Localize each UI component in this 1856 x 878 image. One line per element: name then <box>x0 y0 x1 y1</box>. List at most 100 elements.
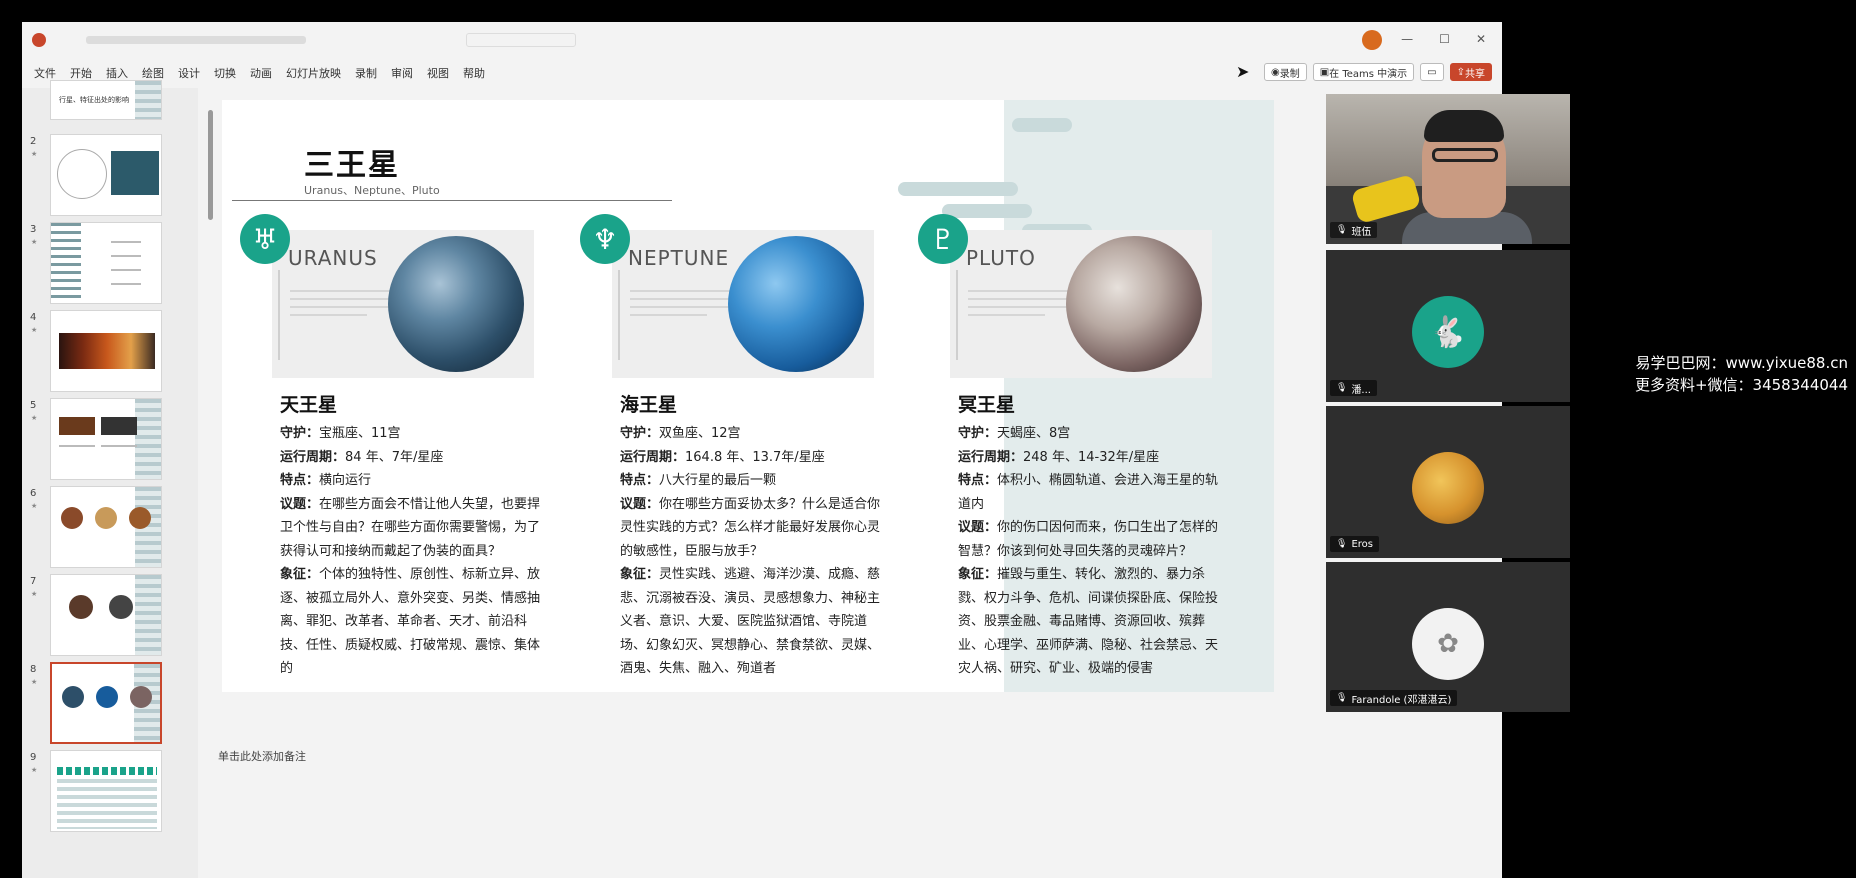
thumbnail-text-line <box>111 283 141 285</box>
microphone-muted-icon: 🎙 <box>1336 693 1348 703</box>
star-icon: ★ <box>31 766 38 774</box>
tab-record[interactable]: 录制 <box>355 65 377 81</box>
row-period: 运行周期：84 年、7年/星座 <box>280 449 444 465</box>
thumbnail-slide-8[interactable]: 8 ★ <box>26 662 194 746</box>
planet-description: 冥王星 守护：天蝎座、8宫 运行周期：248 年、14-32年/星座 特点：体积… <box>958 390 1226 681</box>
record-label: 录制 <box>1279 68 1300 80</box>
star-icon: ★ <box>31 326 38 334</box>
card-text-lines <box>630 290 740 322</box>
participant-name-tag: 🎙 班伍 <box>1330 222 1378 238</box>
teams-icon: ▣ <box>1319 66 1330 78</box>
notes-placeholder[interactable]: 单击此处添加备注 <box>218 748 306 764</box>
maximize-icon[interactable]: ☐ <box>1439 32 1450 46</box>
decorative-stripe <box>1012 118 1072 132</box>
planet-card: PLUTO <box>950 230 1212 378</box>
tab-draw[interactable]: 绘图 <box>142 65 164 81</box>
planet-column-uranus: URANUS ♅ 天王星 守护：宝瓶座、11宫 运行周期：84 年、7年/星座 … <box>240 214 540 684</box>
search-box[interactable] <box>466 33 576 47</box>
thumbnail-text-line <box>111 269 141 271</box>
thumbnail-image <box>50 574 162 656</box>
thumbnail-slide-6[interactable]: 6 ★ <box>26 486 194 570</box>
present-in-teams-button[interactable]: ▣ 在 Teams 中演示 <box>1312 63 1415 81</box>
pluto-planet-image <box>1066 236 1202 372</box>
planet-cn-name: 海王星 <box>620 394 678 416</box>
screen: — ☐ ✕ 文件 开始 插入 绘图 设计 切换 动画 幻灯片放映 录制 审阅 视… <box>0 0 1856 878</box>
symbol-row-shape <box>57 767 157 775</box>
thumbnail-slide-5[interactable]: 5 ★ <box>26 398 194 482</box>
tab-transitions[interactable]: 切换 <box>214 65 236 81</box>
neptune-symbol-icon: ♆ <box>580 214 630 264</box>
record-dot-icon: ◉ <box>1270 66 1280 78</box>
tab-view[interactable]: 视图 <box>427 65 449 81</box>
share-label: 共享 <box>1465 68 1485 80</box>
thumbnail-decoration <box>135 575 161 655</box>
thumbnail-decoration <box>51 223 81 303</box>
slide-thumbnails-pane[interactable]: 行星、特征出处的影响 2 ★ 3 ★ 4 ★ 5 ★ 6 ★ 7 ★ 8 ★ 9… <box>22 80 198 878</box>
minimize-icon[interactable]: — <box>1401 32 1413 46</box>
video-person-glasses <box>1432 148 1498 162</box>
card-text-lines <box>968 290 1078 322</box>
thumbnail-image <box>50 134 162 216</box>
close-icon[interactable]: ✕ <box>1476 32 1486 46</box>
row-symbolism: 象征：摧毁与重生、转化、激烈的、暴力杀戮、权力斗争、危机、间谍侦探卧底、保险投资… <box>958 567 1219 676</box>
participant-tile-video[interactable]: 🎙 班伍 <box>1326 94 1570 244</box>
participant-name: 班伍 <box>1351 226 1372 238</box>
row-topic: 议题：在哪些方面会不惜让他人失望，也要捍卫个性与自由？在哪些方面你需要警惕，为了… <box>280 496 541 559</box>
uranus-symbol-icon: ♅ <box>240 214 290 264</box>
slide-editing-area: 三王星 Uranus、Neptune、Pluto URANUS ♅ 天王星 守护… <box>218 88 1462 728</box>
row-topic: 议题：你的伤口因何而来，伤口生出了怎样的智慧？你该到何处寻回失落的灵魂碎片？ <box>958 520 1219 559</box>
planet-card-name: URANUS <box>288 246 378 270</box>
participant-avatar <box>1412 452 1484 524</box>
thumbnail-number: 6 <box>30 488 37 499</box>
star-icon: ★ <box>31 678 38 686</box>
thumbnail-title: 行星、特征出处的影响 <box>59 96 129 104</box>
thumbnail-image <box>50 310 162 392</box>
teams-label: 在 Teams 中演示 <box>1329 68 1408 80</box>
tab-animations[interactable]: 动画 <box>250 65 272 81</box>
tab-design[interactable]: 设计 <box>178 65 200 81</box>
participant-tile-avatar[interactable]: ✿ 🎙 Farandole (邓湛湛云) <box>1326 562 1570 712</box>
powerpoint-logo-icon <box>32 33 46 47</box>
share-button[interactable]: ⇪ 共享 <box>1449 63 1492 81</box>
microphone-icon: 🎙 <box>1336 225 1348 235</box>
tab-help[interactable]: 帮助 <box>463 65 485 81</box>
tab-insert[interactable]: 插入 <box>106 65 128 81</box>
planet-image <box>109 595 133 619</box>
thumbnail-text-line <box>111 241 141 243</box>
solar-system-image <box>59 333 155 369</box>
document-title-blurred <box>86 36 306 44</box>
neptune-planet-image <box>728 236 864 372</box>
watermark-line-1: 易学巴巴网：www.yixue88.cn <box>1635 354 1848 372</box>
star-icon: ★ <box>31 590 38 598</box>
planet-card-name: NEPTUNE <box>628 246 730 270</box>
planet-image <box>62 686 84 708</box>
thumbnail-number: 2 <box>30 136 37 147</box>
thumbnail-number: 3 <box>30 224 37 235</box>
row-symbolism: 象征：个体的独特性、原创性、标新立异、放逐、被孤立局外人、意外突变、另类、情感抽… <box>280 567 541 676</box>
thumbnail-slide-9[interactable]: 9 ★ <box>26 750 194 834</box>
account-avatar[interactable] <box>1362 30 1382 50</box>
participant-name-tag: 🎙 Farandole (邓湛湛云) <box>1330 690 1458 706</box>
record-button[interactable]: ◉ 录制 <box>1263 63 1307 81</box>
star-icon: ★ <box>31 414 38 422</box>
slide-canvas[interactable]: 三王星 Uranus、Neptune、Pluto URANUS ♅ 天王星 守护… <box>222 100 1274 692</box>
row-guardian: 守护：宝瓶座、11宫 <box>280 426 401 441</box>
tab-review[interactable]: 审阅 <box>391 65 413 81</box>
card-text-lines <box>290 290 400 322</box>
tab-file[interactable]: 文件 <box>34 65 56 81</box>
thumbnail-slide-2[interactable]: 2 ★ <box>26 134 194 218</box>
star-icon: ★ <box>31 238 38 246</box>
thumbnail-slide-3[interactable]: 3 ★ <box>26 222 194 306</box>
row-period: 运行周期：164.8 年、13.7年/星座 <box>620 449 825 465</box>
tab-slideshow[interactable]: 幻灯片放映 <box>286 65 341 81</box>
title-bar: — ☐ ✕ <box>22 22 1502 58</box>
share-icon: ⇪ <box>1456 66 1465 78</box>
thumbnail-slide-4[interactable]: 4 ★ <box>26 310 194 394</box>
comments-button[interactable]: ▭ <box>1420 63 1444 81</box>
thumbnails-scrollbar[interactable] <box>208 110 213 220</box>
row-guardian: 守护：双鱼座、12宫 <box>620 426 741 441</box>
planet-column-neptune: NEPTUNE ♆ 海王星 守护：双鱼座、12宫 运行周期：164.8 年、13… <box>580 214 880 684</box>
tab-home[interactable]: 开始 <box>70 65 92 81</box>
participant-tile-avatar[interactable]: 🎙 Eros <box>1326 406 1570 558</box>
thumbnail-slide-7[interactable]: 7 ★ <box>26 574 194 658</box>
